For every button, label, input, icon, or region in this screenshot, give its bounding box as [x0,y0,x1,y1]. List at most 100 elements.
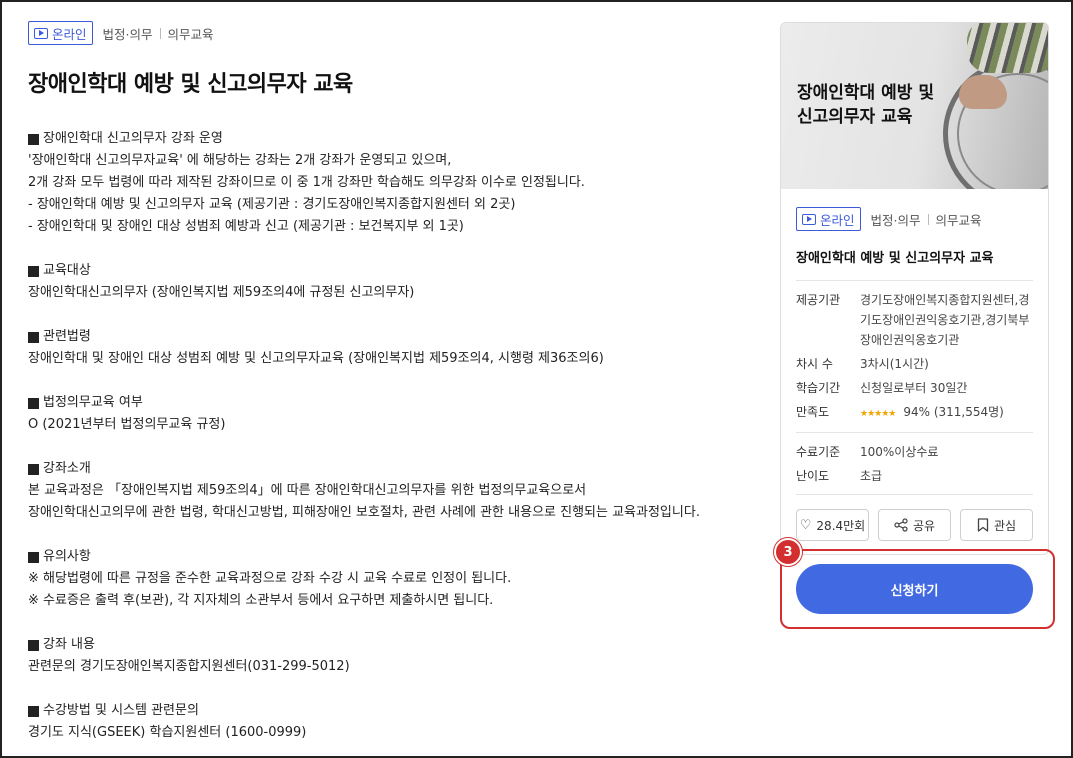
course-header: 온라인 법정·의무 의무교육 장애인학대 예방 및 신고의무자 교육 [28,20,748,98]
sleeve-graphic [967,23,1048,73]
section-line: 장애인학대신고의무자 (장애인복지법 제59조의4에 규정된 신고의무자) [28,285,415,300]
course-info-list: 제공기관 경기도장애인복지종합지원센터,경기도장애인권익옹호기관,경기북부장애인… [796,290,1033,424]
provider-value: 경기도장애인복지종합지원센터,경기도장애인권익옹호기관,경기북부장애인권익옹호기… [860,293,1030,347]
play-icon [34,27,48,39]
info-row-satisfaction: 만족도 ★★★★★ 94% (311,554명) [796,402,1033,424]
satisfaction-value: 94% (311,554명) [903,405,1004,419]
bookmark-icon [977,518,989,532]
thumbnail-title: 장애인학대 예방 및 신고의무자 교육 [797,81,934,129]
page-title: 장애인학대 예방 및 신고의무자 교육 [28,72,353,97]
bullet-square-icon [28,397,39,409]
card-category-main: 법정·의무 [870,212,921,228]
section-heading: 수강방법 및 시스템 관련문의 [28,700,748,722]
description-section: 법정의무교육 여부 O (2021년부터 법정의무교육 규정) [28,392,748,436]
section-line: 경기도 지식(GSEEK) 학습지원센터 (1600-0999) [28,725,307,740]
provider-label: 제공기관 [796,293,841,307]
section-heading-text: 관련법령 [43,329,91,344]
share-button[interactable]: 공유 [878,509,951,541]
card-online-badge: 온라인 [796,207,861,231]
info-row-completion: 수료기준 100%이상수료 [796,442,1033,462]
card-category-sub: 의무교육 [935,212,982,228]
satisfaction-value-wrap: ★★★★★ 94% (311,554명) [860,402,1033,424]
bookmark-label: 관심 [993,518,1017,533]
section-line: 본 교육과정은 「장애인복지법 제59조의4」에 따른 장애인학대신고의무자를 … [28,483,587,498]
card-actions: ♡ 28.4만회 공유 관심 [796,509,1033,541]
divider [796,280,1033,281]
category-sub[interactable]: 의무교육 [168,24,214,43]
category-main[interactable]: 법정·의무 [103,24,153,43]
step-highlight-box [780,549,1055,629]
thumbnail-title-line1: 장애인학대 예방 및 [797,83,934,103]
bullet-square-icon [28,639,39,651]
card-online-badge-label: 온라인 [820,212,855,228]
step-number-badge: 3 [774,538,802,566]
course-tags: 온라인 법정·의무 의무교육 [28,20,748,46]
difficulty-value: 초급 [860,469,883,483]
card-category-divider [927,213,929,225]
play-icon [802,213,816,225]
section-line: - 장애인학대 및 장애인 대상 성범죄 예방과 신고 (제공기관 : 보건복지… [28,219,464,234]
heart-icon: ♡ [799,517,812,533]
bullet-square-icon [28,331,39,343]
info-row-provider: 제공기관 경기도장애인복지종합지원센터,경기도장애인권익옹호기관,경기북부장애인… [796,290,1033,350]
info-row-sessions: 차시 수 3차시(1시간) [796,354,1033,374]
period-label: 학습기간 [796,381,841,395]
section-line: 2개 강좌 모두 법령에 따라 제작된 강좌이므로 이 중 1개 강좌만 학습해… [28,175,585,190]
like-count: 28.4만회 [816,518,866,533]
section-heading-text: 강좌소개 [43,461,91,476]
category-divider [159,27,161,39]
section-line: ※ 해당법령에 따른 규정을 준수한 교육과정으로 강좌 수강 시 교육 수료로… [28,571,512,586]
description-section: 관련법령장애인학대 및 장애인 대상 성범죄 예방 및 신고의무자교육 (장애인… [28,326,748,370]
share-icon [894,518,908,532]
info-row-period: 학습기간 신청일로부터 30일간 [796,378,1033,398]
bullet-square-icon [28,551,39,563]
section-heading: 강좌소개 [28,458,748,480]
section-line: ※ 수료증은 출력 후(보관), 각 지자체의 소관부서 등에서 요구하면 제출… [28,593,494,608]
card-course-title: 장애인학대 예방 및 신고의무자 교육 [796,251,994,266]
sessions-label: 차시 수 [796,357,833,371]
section-heading-text: 수강방법 및 시스템 관련문의 [43,703,199,718]
section-line: O (2021년부터 법정의무교육 규정) [28,417,226,432]
thumbnail-title-line2: 신고의무자 교육 [797,107,913,127]
course-summary-card: 장애인학대 예방 및 신고의무자 교육 온라인 법정·의무 의무교육 장애인학대… [780,22,1049,555]
completion-label: 수료기준 [796,445,841,459]
like-button[interactable]: ♡ 28.4만회 [796,509,869,541]
info-row-difficulty: 난이도 초급 [796,466,1033,486]
bullet-square-icon [28,705,39,717]
section-heading-text: 장애인학대 신고의무자 강좌 운영 [43,131,223,146]
period-value: 신청일로부터 30일간 [860,381,968,395]
satisfaction-label: 만족도 [796,405,830,419]
star-rating-icon: ★★★★★ [860,409,896,419]
share-label: 공유 [912,518,936,533]
course-description: 장애인학대 신고의무자 강좌 운영 '장애인학대 신고의무자교육' 에 해당하는 … [28,128,748,758]
card-tags: 온라인 법정·의무 의무교육 [796,207,1033,231]
sessions-value: 3차시(1시간) [860,357,929,371]
hand-graphic [959,75,1007,109]
section-heading-text: 유의사항 [43,549,91,564]
course-thumbnail: 장애인학대 예방 및 신고의무자 교육 [781,23,1048,189]
bullet-square-icon [28,133,39,145]
section-line: 장애인학대 및 장애인 대상 성범죄 예방 및 신고의무자교육 (장애인복지법 … [28,351,604,366]
card-body: 온라인 법정·의무 의무교육 장애인학대 예방 및 신고의무자 교육 제공기관 … [781,207,1048,541]
section-heading: 교육대상 [28,260,748,282]
divider [796,432,1033,433]
section-line: 장애인학대신고의무에 관한 법령, 학대신고방법, 피해장애인 보호절차, 관련… [28,505,700,520]
description-section: 유의사항 ※ 해당법령에 따른 규정을 준수한 교육과정으로 강좌 수강 시 교육… [28,546,748,612]
description-section: 수강방법 및 시스템 관련문의경기도 지식(GSEEK) 학습지원센터 (160… [28,700,748,744]
bullet-square-icon [28,265,39,277]
description-section: 강좌 내용 관련문의 경기도장애인복지종합지원센터(031-299-5012) [28,634,748,678]
section-heading: 법정의무교육 여부 [28,392,748,414]
divider [796,494,1033,495]
section-heading-text: 강좌 내용 [43,637,95,652]
section-line: - 장애인학대 예방 및 신고의무자 교육 (제공기관 : 경기도장애인복지종합… [28,197,516,212]
bullet-square-icon [28,463,39,475]
section-heading: 유의사항 [28,546,748,568]
description-section: 교육대상장애인학대신고의무자 (장애인복지법 제59조의4에 규정된 신고의무자… [28,260,748,304]
section-heading-text: 교육대상 [43,263,91,278]
online-badge-label: 온라인 [52,26,87,42]
section-heading: 관련법령 [28,326,748,348]
bookmark-button[interactable]: 관심 [960,509,1033,541]
description-section: 장애인학대 신고의무자 강좌 운영 '장애인학대 신고의무자교육' 에 해당하는 … [28,128,748,238]
section-line: '장애인학대 신고의무자교육' 에 해당하는 강좌는 2개 강좌가 운영되고 있… [28,153,452,168]
online-badge: 온라인 [28,21,93,45]
